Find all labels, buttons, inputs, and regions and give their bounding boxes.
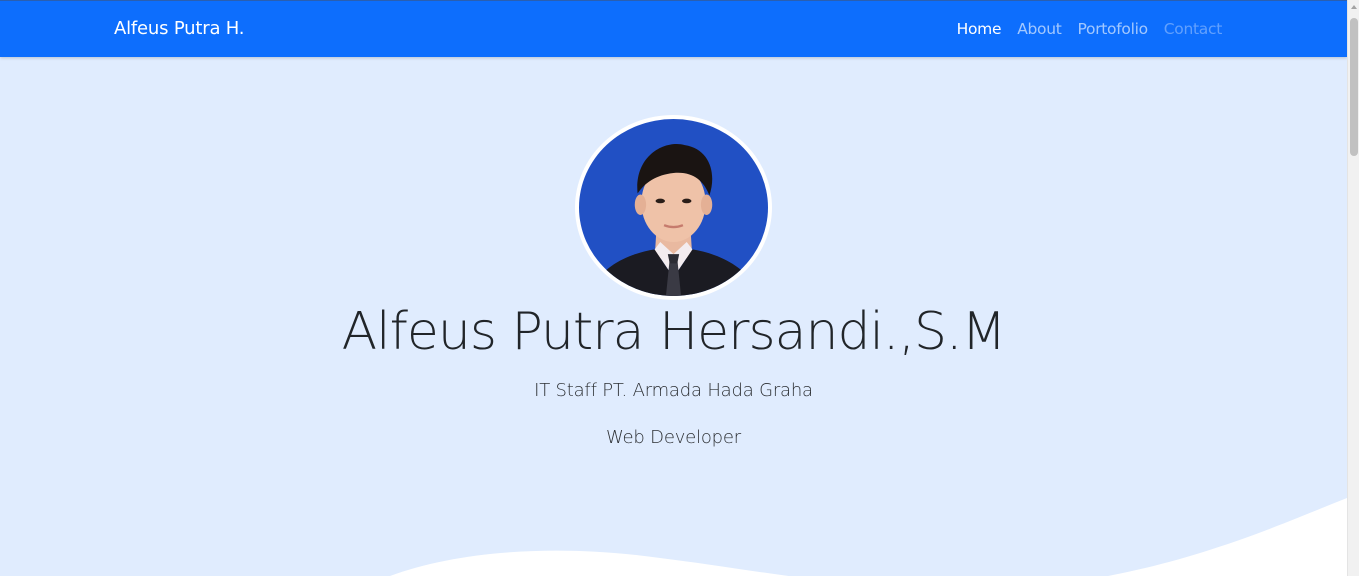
brand-link[interactable]: Alfeus Putra H.: [114, 18, 245, 39]
hero-name: Alfeus Putra Hersandi.,S.M: [341, 302, 1007, 362]
nav-link-home[interactable]: Home: [957, 20, 1002, 38]
profile-photo-icon: [579, 119, 768, 296]
hero-wave-divider: [0, 498, 1347, 576]
nav-links: Home About Portofolio Contact: [957, 20, 1223, 38]
nav-link-portofolio[interactable]: Portofolio: [1078, 20, 1149, 38]
navbar: Alfeus Putra H. Home About Portofolio Co…: [0, 0, 1347, 57]
nav-link-contact[interactable]: Contact: [1164, 20, 1223, 38]
vertical-scrollbar[interactable]: [1347, 0, 1359, 576]
scroll-up-icon[interactable]: [1351, 5, 1357, 9]
hero-title: Web Developer: [606, 427, 741, 448]
scrollbar-thumb[interactable]: [1350, 18, 1358, 156]
page: Alfeus Putra H. Home About Portofolio Co…: [0, 0, 1347, 576]
profile-avatar: [575, 115, 772, 300]
hero-role: IT Staff PT. Armada Hada Graha: [534, 380, 813, 401]
nav-link-about[interactable]: About: [1017, 20, 1062, 38]
